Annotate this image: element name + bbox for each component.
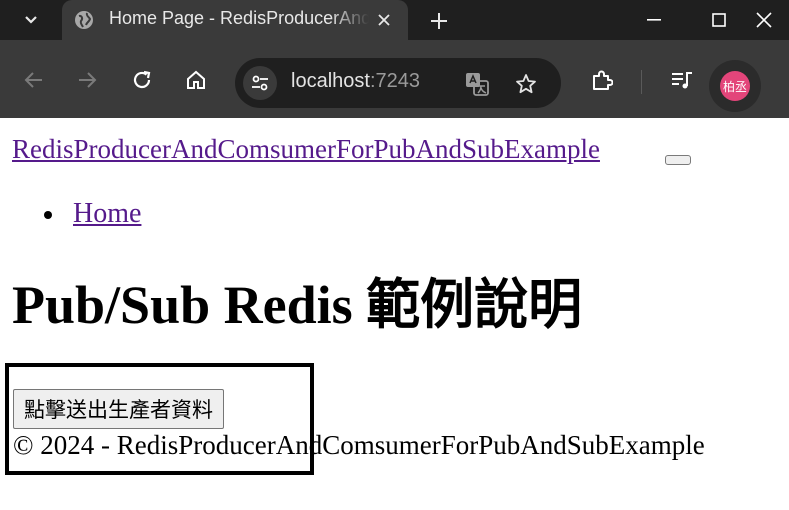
maximize-button[interactable] <box>694 0 744 40</box>
maximize-icon <box>712 13 726 27</box>
media-icon <box>671 71 693 89</box>
navbar-brand-link[interactable]: RedisProducerAndComsumerForPubAndSubExam… <box>12 134 600 165</box>
tab-list-button[interactable] <box>14 6 48 34</box>
url-port: :7243 <box>369 70 420 92</box>
url-text[interactable]: localhost:7243 <box>291 70 420 96</box>
tab-list-icon <box>24 15 38 25</box>
translate-button[interactable] <box>464 71 490 97</box>
close-icon[interactable] <box>374 10 394 30</box>
plus-icon <box>430 12 448 30</box>
forward-button[interactable] <box>71 64 103 96</box>
star-icon <box>515 73 537 95</box>
navbar-toggler-button[interactable] <box>665 155 691 165</box>
media-controls-button[interactable] <box>666 64 698 96</box>
back-button[interactable] <box>18 64 50 96</box>
extensions-icon <box>591 69 613 91</box>
forward-icon <box>77 71 97 89</box>
url-host: localhost <box>291 70 370 92</box>
browser-toolbar: localhost:7243 柏丞 <box>0 40 789 118</box>
minimize-icon <box>647 19 661 21</box>
page-content: RedisProducerAndComsumerForPubAndSubExam… <box>0 118 789 510</box>
new-tab-button[interactable] <box>426 8 452 34</box>
window-close-button[interactable] <box>739 0 789 40</box>
footer-text: © 2024 - RedisProducerAndComsumerForPubA… <box>13 430 705 460</box>
toolbar-divider <box>641 70 642 94</box>
address-bar[interactable]: localhost:7243 <box>235 58 561 108</box>
extensions-button[interactable] <box>586 64 618 96</box>
home-icon <box>186 70 206 90</box>
translate-icon <box>465 72 489 96</box>
page-title: Pub/Sub Redis 範例說明 <box>12 275 583 335</box>
tab-title: Home Page - RedisProducerAndComsumerForP… <box>109 8 369 28</box>
site-info-icon <box>251 75 269 91</box>
back-icon <box>24 71 44 89</box>
active-tab[interactable]: Home Page - RedisProducerAndComsumerForP… <box>62 0 408 40</box>
minimize-button[interactable] <box>629 0 679 40</box>
bookmark-button[interactable] <box>513 71 539 97</box>
avatar: 柏丞 <box>720 71 750 101</box>
reload-button[interactable] <box>126 64 158 96</box>
tab-strip: Home Page - RedisProducerAndComsumerForP… <box>0 0 789 40</box>
list-bullet <box>44 211 52 219</box>
site-info-button[interactable] <box>243 66 277 100</box>
reload-icon <box>132 70 152 90</box>
home-button[interactable] <box>180 64 212 96</box>
window-close-icon <box>756 12 772 28</box>
globe-icon <box>74 10 94 30</box>
send-producer-data-button[interactable]: 點擊送出生產者資料 <box>13 389 224 429</box>
browser-window: Home Page - RedisProducerAndComsumerForP… <box>0 0 789 118</box>
profile-button[interactable]: 柏丞 <box>709 60 761 112</box>
nav-link-home[interactable]: Home <box>73 198 141 230</box>
